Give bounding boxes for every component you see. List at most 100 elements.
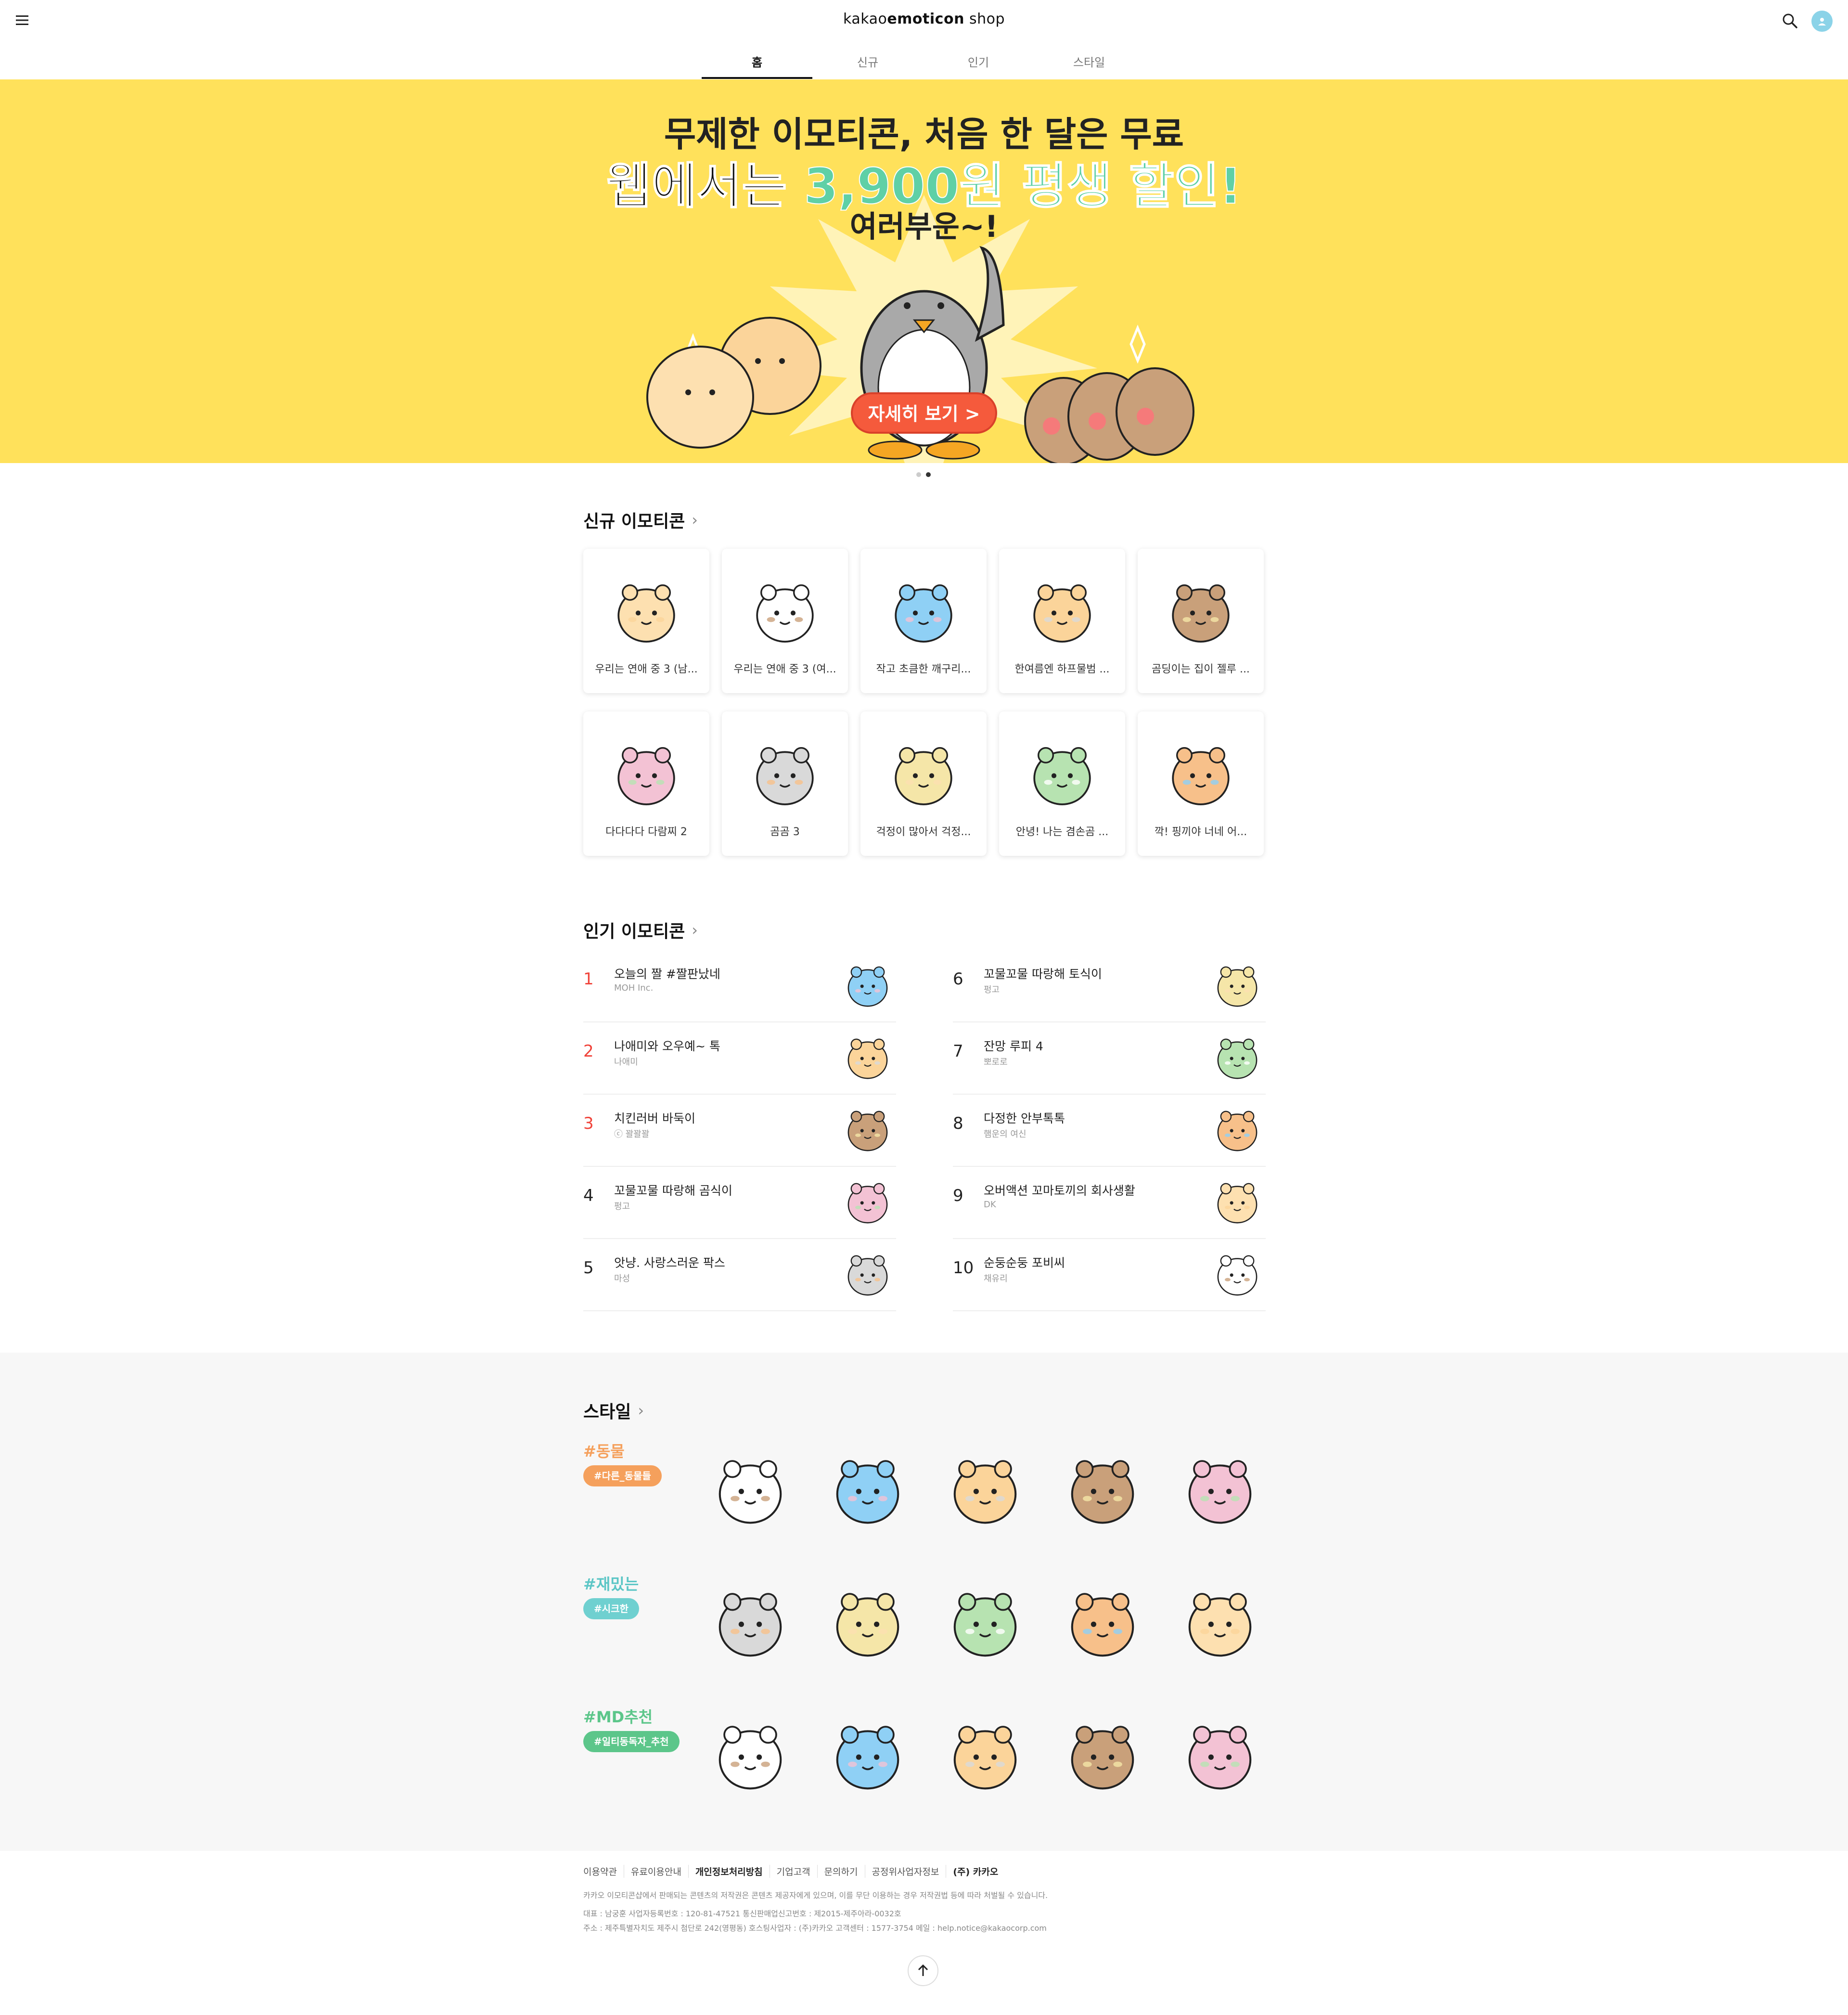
search-icon[interactable] (1782, 13, 1799, 30)
wedding-icon (1160, 731, 1242, 813)
popular-title: 치킨러버 바둑이 (614, 1111, 695, 1125)
banner-detail-button[interactable]: 자세히 보기 > (851, 392, 997, 434)
popular-rank: 10 (953, 1258, 974, 1278)
popular-author: 펑고 (614, 1201, 630, 1212)
popular-title: 잔망 루피 4 (984, 1039, 1043, 1053)
popular-rank: 4 (583, 1186, 594, 1205)
footer-link-privacy[interactable]: 개인정보처리방침 (688, 1865, 770, 1878)
pagination-dot[interactable] (916, 472, 921, 477)
style-tag-md-pick[interactable]: #MD추천 (583, 1705, 653, 1727)
popular-author: 햄운의 여신 (984, 1129, 1027, 1139)
popular-title: 순둥순둥 포비씨 (984, 1256, 1065, 1270)
style-pill-reader-pick[interactable]: #일티동독자_추천 (583, 1731, 680, 1752)
popular-title: 꼬물꼬물 따랑해 곰식이 (614, 1184, 732, 1198)
new-section-title[interactable]: 신규 이모티콘 › (583, 507, 698, 532)
popular-row[interactable]: 6 꼬물꼬물 따랑해 토식이 펑고 (953, 950, 1266, 1022)
new-emoticon-card[interactable]: 작고 초큼한 깨구리... (860, 549, 987, 693)
new-emoticon-card[interactable]: 안녕! 나는 겸손곰 ... (999, 711, 1125, 856)
style-tag-animal[interactable]: #동물 (583, 1439, 625, 1461)
style-emoticon-icon[interactable] (823, 1575, 912, 1665)
humble-bear-icon (1021, 731, 1103, 813)
popular-row[interactable]: 1 오늘의 짤 #짤판났네 MOH Inc. (583, 950, 896, 1022)
worry-icon (883, 731, 964, 813)
promo-banner[interactable]: 무제한 이모티콘, 처음 한 달은 무료 웹에서는 3,900원 평생 할인! … (0, 79, 1848, 463)
style-emoticon-icon[interactable] (823, 1708, 912, 1797)
new-emoticon-card[interactable]: 곰곰 3 (722, 711, 848, 856)
pagination-dot-active[interactable] (926, 472, 931, 477)
main-tabs: 홈 신규 인기 스타일 (702, 48, 1144, 79)
popular-row[interactable]: 3 치킨러버 바둑이 ⓒ 꽐꽐꽐 (583, 1095, 896, 1167)
style-emoticon-icon[interactable] (706, 1708, 795, 1797)
new-emoticon-card[interactable]: 다다다다 다람찌 2 (583, 711, 709, 856)
emoticon-thumbnail-icon (1209, 1172, 1266, 1228)
tab-new[interactable]: 신규 (812, 48, 923, 79)
popular-row[interactable]: 9 오버액션 꼬마토끼의 회사생활 DK (953, 1167, 1266, 1239)
popular-row[interactable]: 7 잔망 루피 4 뽀로로 (953, 1022, 1266, 1095)
banner-pagination (916, 472, 931, 477)
user-icon (1818, 18, 1826, 26)
style-emoticon-icon[interactable] (706, 1575, 795, 1665)
footer-link-terms[interactable]: 이용약관 (583, 1865, 624, 1878)
popular-section-title[interactable]: 인기 이모티콘 › (583, 917, 698, 943)
bear-icon (744, 731, 826, 813)
style-section (0, 1353, 1848, 1851)
style-section-title[interactable]: 스타일 › (583, 1398, 644, 1423)
new-emoticon-card[interactable]: 한여름엔 하프물범 ... (999, 549, 1125, 693)
new-emoticon-card[interactable]: 우리는 연애 중 3 (남... (583, 549, 709, 693)
style-emoticon-icon[interactable] (1175, 1575, 1265, 1665)
style-tag-fun[interactable]: #재밌는 (583, 1572, 639, 1594)
popular-row[interactable]: 5 앗냥. 사랑스러운 팍스 마성 (583, 1239, 896, 1311)
new-emoticon-card[interactable]: 곰딩이는 집이 젤루 ... (1138, 549, 1264, 693)
style-emoticon-icon[interactable] (706, 1442, 795, 1532)
footer-link-business[interactable]: 기업고객 (769, 1865, 817, 1878)
style-pill-chic[interactable]: #시크한 (583, 1598, 639, 1619)
logo-suffix: shop (964, 11, 1005, 27)
chevron-right-icon: › (692, 511, 698, 529)
popular-row[interactable]: 10 순둥순둥 포비씨 채유리 (953, 1239, 1266, 1311)
popular-row[interactable]: 2 나애미와 오우예~ 톡 나애미 (583, 1022, 896, 1095)
style-emoticon-icon[interactable] (940, 1442, 1030, 1532)
popular-author: 뽀로로 (984, 1057, 1008, 1067)
new-emoticon-name: 곰곰 3 (770, 826, 800, 838)
scroll-top-button[interactable] (908, 1955, 938, 1986)
banner-headline-3: 여러부운~! (849, 209, 999, 244)
popular-author: MOH Inc. (614, 983, 654, 993)
user-avatar[interactable] (1811, 11, 1833, 32)
tab-popular[interactable]: 인기 (923, 48, 1034, 79)
site-logo[interactable]: kakaoemoticon shop (0, 11, 1848, 27)
emoticon-thumbnail-icon (1209, 1099, 1266, 1156)
popular-row[interactable]: 8 다정한 안부톡톡 햄운의 여신 (953, 1095, 1266, 1167)
popular-title: 꼬물꼬물 따랑해 토식이 (984, 967, 1102, 981)
style-emoticon-icon[interactable] (1175, 1442, 1265, 1532)
new-emoticon-card[interactable]: 우리는 연애 중 3 (여... (722, 549, 848, 693)
tab-style[interactable]: 스타일 (1034, 48, 1144, 79)
emoticon-thumbnail-icon (839, 1172, 896, 1228)
new-emoticon-name: 작고 초큼한 깨구리... (876, 663, 971, 675)
style-emoticon-icon[interactable] (1175, 1708, 1265, 1797)
popular-title: 앗냥. 사랑스러운 팍스 (614, 1256, 725, 1270)
style-emoticon-icon[interactable] (940, 1575, 1030, 1665)
couple-icon (744, 568, 826, 650)
footer-link-paid-usage[interactable]: 유료이용안내 (623, 1865, 688, 1878)
couple-icon (605, 568, 687, 650)
new-emoticon-name: 우리는 연애 중 3 (여... (733, 663, 836, 675)
style-pill-other-animals[interactable]: #다른_동물들 (583, 1465, 662, 1486)
style-emoticon-icon[interactable] (1058, 1708, 1147, 1797)
footer-link-contact[interactable]: 문의하기 (817, 1865, 865, 1878)
frog-icon (883, 568, 964, 650)
style-section-title-text: 스타일 (583, 1402, 631, 1422)
style-emoticon-icon[interactable] (1058, 1442, 1147, 1532)
popular-rank: 7 (953, 1042, 963, 1061)
new-emoticon-card[interactable]: 걱정이 많아서 걱정... (860, 711, 987, 856)
popular-row[interactable]: 4 꼬물꼬물 따랑해 곰식이펑고 (583, 1167, 896, 1239)
footer-link-ftc-info[interactable]: 공정위사업자정보 (864, 1865, 946, 1878)
new-emoticon-card[interactable]: 깍! 핑끼야 너네 어... (1138, 711, 1264, 856)
emoticon-thumbnail-icon (1209, 1244, 1266, 1301)
popular-rank: 1 (583, 969, 594, 989)
popular-title: 오버액션 꼬마토끼의 회사생활 (984, 1184, 1135, 1198)
style-emoticon-icon[interactable] (823, 1442, 912, 1532)
style-emoticon-icon[interactable] (1058, 1575, 1147, 1665)
tab-home[interactable]: 홈 (702, 48, 812, 79)
footer-link-kakao[interactable]: (주) 카카오 (946, 1865, 1005, 1878)
style-emoticon-icon[interactable] (940, 1708, 1030, 1797)
